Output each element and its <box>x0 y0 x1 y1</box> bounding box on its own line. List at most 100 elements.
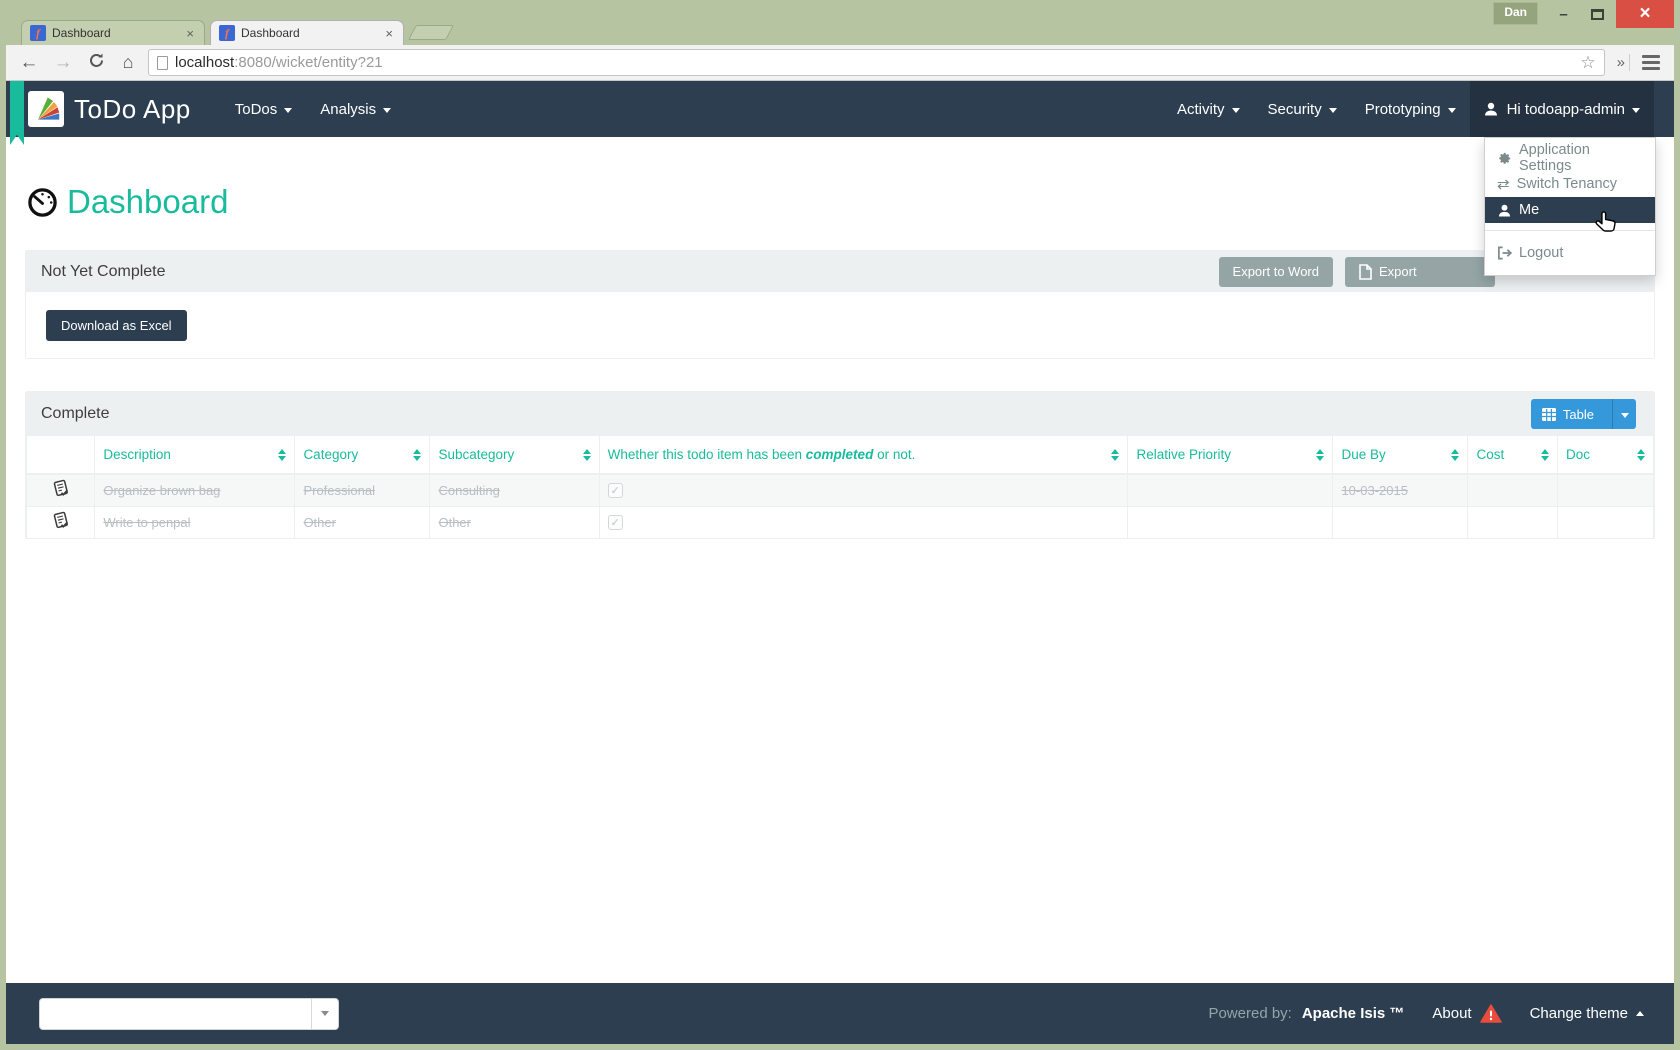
reload-icon[interactable] <box>84 52 108 74</box>
app-brand[interactable]: ToDo App <box>28 91 191 127</box>
browser-window: ← → ⌂ localhost:8080/wicket/entity?21 ☆ … <box>6 45 1674 1044</box>
cell-subcategory: Consulting <box>429 474 600 506</box>
new-tab-button[interactable] <box>408 25 454 40</box>
export-button[interactable]: Export <box>1345 256 1495 287</box>
forward-icon[interactable]: → <box>50 52 76 74</box>
cell-description: Organize brown bag <box>94 474 296 506</box>
sort-icon <box>1637 448 1645 461</box>
gear-icon <box>1499 152 1511 164</box>
menu-item-logout[interactable]: Logout <box>1485 238 1655 268</box>
chevron-up-icon <box>1636 1011 1644 1016</box>
back-icon[interactable]: ← <box>16 52 42 74</box>
maximize-icon <box>1591 8 1604 20</box>
download-as-excel-button[interactable]: Download as Excel <box>46 309 187 341</box>
sort-icon <box>1111 448 1120 461</box>
select-caret-button[interactable] <box>311 998 338 1029</box>
column-relative-priority[interactable]: Relative Priority <box>1127 436 1334 474</box>
sort-icon <box>582 448 591 461</box>
tab-title: Dashboard <box>52 26 111 40</box>
completed-checkbox: ✓ <box>607 483 623 499</box>
todo-item-icon[interactable] <box>25 474 96 506</box>
table-view-caret-button[interactable] <box>1612 399 1636 429</box>
about-link[interactable]: About <box>1432 1004 1502 1023</box>
completed-checkbox: ✓ <box>607 515 623 531</box>
cell-completed: ✓ <box>598 474 1129 506</box>
table-header-row: Description Category Subcategory Whether… <box>25 436 1655 474</box>
sort-icon <box>413 448 422 461</box>
window-close-button[interactable]: × <box>1616 0 1674 28</box>
menu-divider <box>1485 230 1655 231</box>
chevron-down-icon <box>1632 107 1640 113</box>
panel-body: Download as Excel <box>26 292 1654 358</box>
chevron-down-icon <box>1447 107 1456 113</box>
cell-relative-priority <box>1127 506 1334 538</box>
app-footer: Powered by: Apache Isis ™ About Change t… <box>6 983 1674 1044</box>
browser-tab-active[interactable]: f Dashboard × <box>210 20 404 45</box>
dashboard-gauge-icon <box>28 187 57 217</box>
panel-title: Complete <box>41 405 110 422</box>
column-completed[interactable]: Whether this todo item has been complete… <box>598 436 1129 474</box>
tab-close-icon[interactable]: × <box>184 26 196 41</box>
menu-item-me[interactable]: Me <box>1485 197 1655 223</box>
file-icon <box>1359 263 1372 280</box>
menu-item-switch-tenancy[interactable]: ⇄ Switch Tenancy <box>1485 171 1655 197</box>
logout-icon <box>1498 246 1512 260</box>
page-content: Dashboard Not Yet Complete Export to Wor… <box>6 137 1674 983</box>
menu-todos[interactable]: ToDos <box>221 81 307 137</box>
export-to-word-button[interactable]: Export to Word <box>1218 256 1333 287</box>
column-description[interactable]: Description <box>94 436 296 474</box>
browser-profile-badge[interactable]: Dan <box>1493 2 1538 25</box>
extensions-overflow-icon[interactable]: » <box>1613 54 1630 71</box>
column-subcategory[interactable]: Subcategory <box>429 436 600 474</box>
home-icon[interactable]: ⌂ <box>116 52 140 73</box>
url-path: :8080/wicket/entity?21 <box>234 54 383 71</box>
powered-by-label: Powered by: <box>1208 1005 1292 1022</box>
column-category[interactable]: Category <box>294 436 431 474</box>
menu-analysis[interactable]: Analysis <box>306 81 405 137</box>
sort-icon <box>1451 448 1460 461</box>
sort-icon <box>1540 448 1549 461</box>
app-navbar: ToDo App ToDos Analysis Activity Securit… <box>6 81 1674 145</box>
table-view-button[interactable]: Table <box>1530 399 1636 429</box>
window-minimize-button[interactable]: – <box>1547 0 1580 28</box>
cell-completed: ✓ <box>598 506 1129 538</box>
page-heading: Dashboard <box>27 183 1655 221</box>
page-title: Dashboard <box>67 183 229 220</box>
cell-cost <box>1467 506 1558 538</box>
page-icon <box>157 55 168 70</box>
todo-item-icon[interactable] <box>25 506 96 538</box>
panel-heading: Not Yet Complete Export to Word Export <box>26 251 1654 292</box>
bookmark-star-icon[interactable]: ☆ <box>1580 53 1595 73</box>
browser-tab-inactive[interactable]: f Dashboard × <box>21 20 205 45</box>
chevron-down-icon <box>1231 107 1240 113</box>
panel-complete: Complete Table Description Category Subc… <box>25 391 1655 539</box>
footer-select[interactable] <box>39 997 339 1030</box>
change-theme-link[interactable]: Change theme <box>1530 1005 1644 1022</box>
url-bar[interactable]: localhost:8080/wicket/entity?21 ☆ <box>148 49 1605 76</box>
chevron-down-icon <box>1620 412 1629 418</box>
menu-security[interactable]: Security <box>1254 81 1351 137</box>
window-maximize-button[interactable] <box>1581 0 1614 28</box>
cell-doc <box>1556 506 1655 538</box>
menu-item-application-settings[interactable]: Application Settings <box>1485 142 1655 174</box>
column-cost[interactable]: Cost <box>1467 436 1558 474</box>
complete-table: Description Category Subcategory Whether… <box>25 436 1655 538</box>
user-menu[interactable]: Hi todoapp-admin <box>1469 81 1654 137</box>
panel-not-yet-complete: Not Yet Complete Export to Word Export D… <box>25 250 1655 359</box>
table-row: Write to penpal Other Other ✓ <box>25 506 1655 538</box>
footer-select-value <box>40 999 311 1029</box>
favicon-icon: f <box>219 25 235 41</box>
cell-due-by: 10-03-2015 <box>1332 474 1469 506</box>
navbar-right: Activity Security Prototyping Hi todoapp… <box>1163 81 1654 137</box>
tab-close-icon[interactable]: × <box>383 26 395 41</box>
chevron-down-icon <box>1328 107 1337 113</box>
column-due-by[interactable]: Due By <box>1332 436 1469 474</box>
column-doc[interactable]: Doc <box>1556 436 1655 474</box>
cell-category: Other <box>294 506 431 538</box>
menu-activity[interactable]: Activity <box>1163 81 1254 137</box>
browser-menu-icon[interactable] <box>1638 53 1664 72</box>
menu-prototyping[interactable]: Prototyping <box>1351 81 1470 137</box>
panel-actions: Export to Word Export <box>1218 256 1495 287</box>
powered-by-brand[interactable]: Apache Isis ™ <box>1302 1005 1405 1022</box>
cell-doc <box>1556 474 1655 506</box>
